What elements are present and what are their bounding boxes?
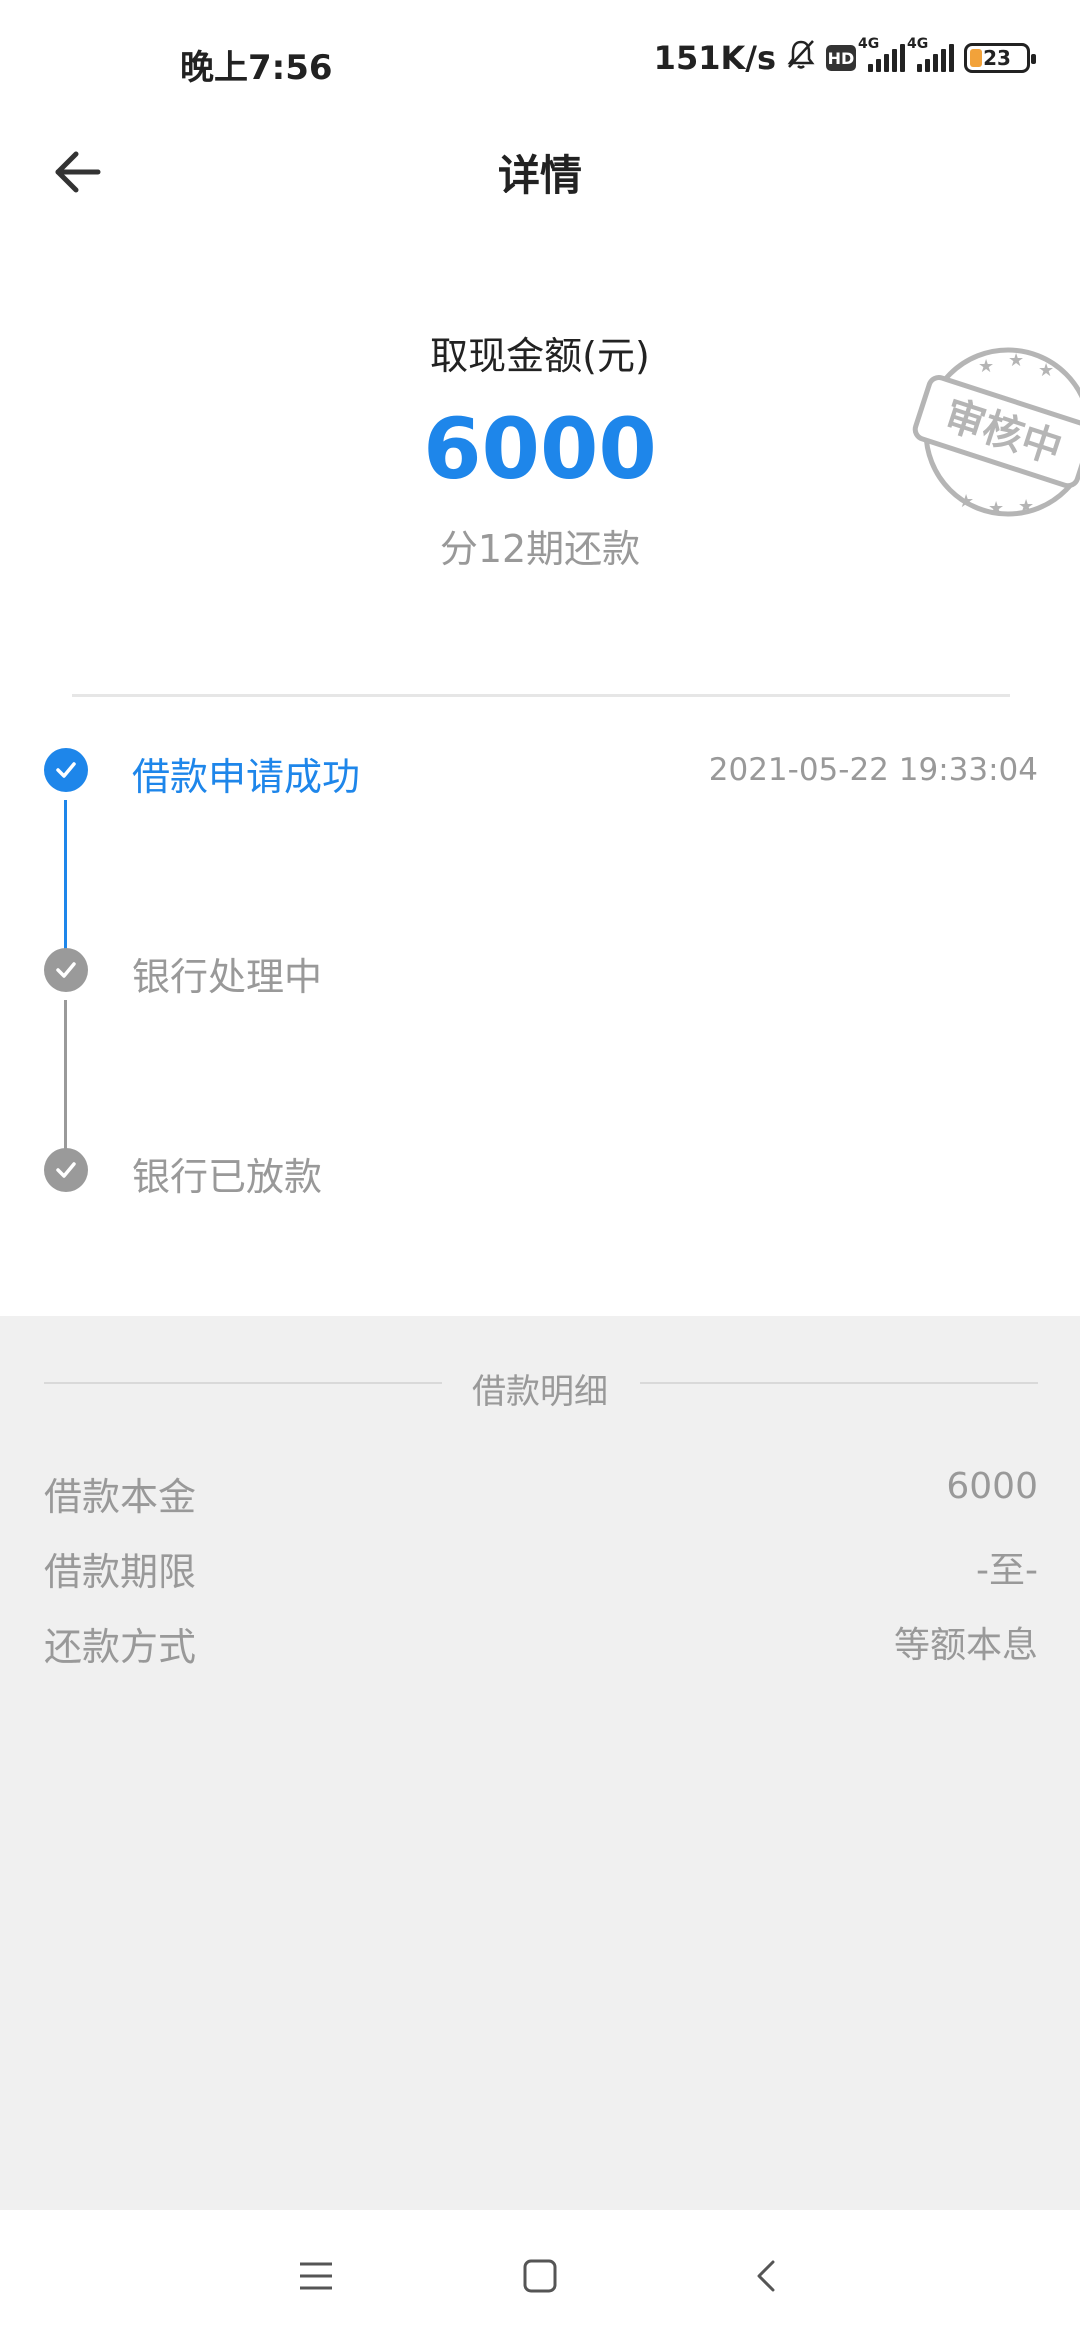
detail-row-repayment-method: 还款方式 等额本息 xyxy=(44,1616,1038,1672)
screen: 晚上7:56 151K/s HD 4G 4G 23 详情 取现金额(元) 600… xyxy=(0,0,1080,2340)
page-title: 详情 xyxy=(497,151,582,200)
check-circle-icon xyxy=(44,748,88,792)
timeline-step-time: 2021-05-22 19:33:04 xyxy=(708,752,1038,788)
net-speed: 151K/s xyxy=(653,39,776,77)
hd-icon: HD xyxy=(826,45,856,71)
repayment-terms: 分12期还款 xyxy=(439,527,641,571)
signal-1-label: 4G xyxy=(858,36,880,52)
detail-key: 借款本金 xyxy=(44,1475,197,1519)
svg-text:★: ★ xyxy=(988,498,1004,519)
nav-bar: 详情 xyxy=(0,120,1080,230)
timeline-step-disbursed: 银行已放款 xyxy=(0,1140,1080,1200)
detail-value: 等额本息 xyxy=(893,1625,1038,1666)
check-circle-icon xyxy=(44,948,88,992)
svg-text:★: ★ xyxy=(978,356,994,377)
detail-row-principal: 借款本金 6000 xyxy=(44,1466,1038,1522)
svg-text:★: ★ xyxy=(1038,360,1054,381)
menu-icon[interactable] xyxy=(286,2246,346,2306)
timeline-step-processing: 银行处理中 xyxy=(0,940,1080,1000)
detail-value: -至- xyxy=(976,1550,1038,1591)
svg-text:★: ★ xyxy=(958,491,974,512)
signal-2-label: 4G xyxy=(907,36,929,52)
detail-value: 6000 xyxy=(946,1466,1038,1507)
status-time: 晚上7:56 xyxy=(180,48,333,88)
timeline-step-label: 银行处理中 xyxy=(132,955,323,999)
status-icons: 151K/s HD 4G 4G 23 xyxy=(653,36,1036,78)
timeline-step-label: 借款申请成功 xyxy=(132,755,361,799)
check-circle-icon xyxy=(44,1148,88,1192)
battery-icon: 23 xyxy=(964,43,1036,73)
header-line-right xyxy=(640,1382,1038,1384)
loan-detail-title: 借款明细 xyxy=(472,1372,608,1412)
mute-bell-icon xyxy=(786,38,816,78)
timeline-step-applied: 借款申请成功 2021-05-22 19:33:04 xyxy=(0,740,1080,800)
home-icon[interactable] xyxy=(510,2246,570,2306)
signal-icon-2: 4G xyxy=(907,36,954,72)
loan-detail-header: 借款明细 xyxy=(0,1364,1080,1412)
signal-icon-1: 4G xyxy=(858,36,905,72)
detail-row-term: 借款期限 -至- xyxy=(44,1541,1038,1597)
loan-detail-section: 借款明细 借款本金 6000 借款期限 -至- 还款方式 等额本息 xyxy=(0,1316,1080,2210)
section-divider xyxy=(72,694,1010,697)
back-icon[interactable] xyxy=(736,2246,796,2306)
svg-text:★: ★ xyxy=(1008,350,1024,371)
detail-key: 还款方式 xyxy=(44,1625,197,1669)
system-nav-bar xyxy=(0,2210,1080,2340)
loan-timeline: 借款申请成功 2021-05-22 19:33:04 银行处理中 银行已放款 xyxy=(0,740,1080,1240)
svg-text:★: ★ xyxy=(1018,496,1034,517)
detail-key: 借款期限 xyxy=(44,1550,197,1594)
timeline-step-label: 银行已放款 xyxy=(132,1155,323,1199)
review-stamp: 审核中 ★ ★ ★ ★ ★ ★ xyxy=(908,342,1080,522)
status-bar: 晚上7:56 151K/s HD 4G 4G 23 xyxy=(0,0,1080,120)
battery-level: 23 xyxy=(983,46,1011,70)
